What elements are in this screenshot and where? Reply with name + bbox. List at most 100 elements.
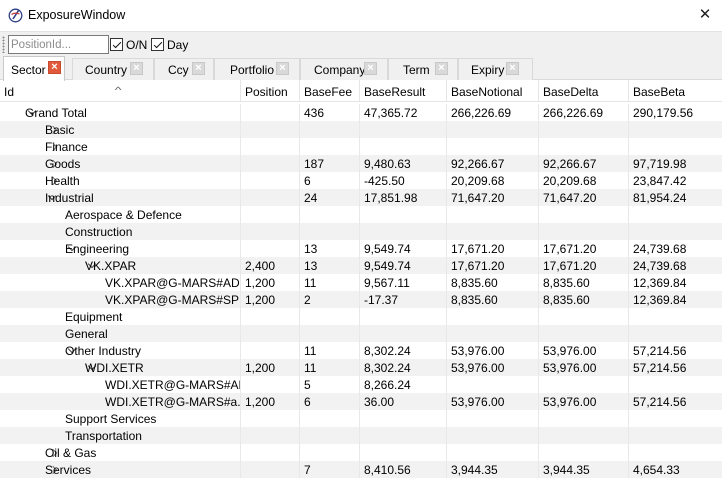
id-cell: Support Services — [0, 410, 241, 427]
position-cell — [241, 223, 300, 240]
basedelta-cell — [539, 308, 629, 325]
column-header-position[interactable]: Position — [241, 80, 300, 102]
table-row[interactable]: VK.XPAR@G-MARS#SP 1,200 2 -17.37 8,835.60 8,8… — [0, 291, 722, 308]
tab-label: Country — [85, 63, 128, 77]
column-header-label: BaseBeta — [633, 85, 686, 99]
close-tab-icon[interactable]: × — [276, 62, 289, 75]
table-row[interactable]: Services 7 8,410.56 3,944.35 3,944.35 4,654.3… — [0, 461, 722, 478]
close-tab-icon[interactable]: × — [48, 61, 61, 74]
row-id-label: VK.XPAR — [85, 259, 137, 273]
tab-expiry[interactable]: Expiry × — [458, 58, 533, 80]
close-tab-icon[interactable]: × — [506, 62, 519, 75]
id-cell: Services — [0, 461, 241, 478]
table-row[interactable]: Industrial 24 17,851.98 71,647.20 71,647.20 8… — [0, 189, 722, 206]
column-header-label: BaseDelta — [543, 85, 599, 99]
table-row[interactable]: VK.XPAR@G-MARS#AD 1,200 11 9,567.11 8,835.60… — [0, 274, 722, 291]
column-header-basefee[interactable]: BaseFee — [300, 80, 360, 102]
basebeta-cell: 97,719.98 — [633, 157, 687, 171]
position-cell — [241, 172, 300, 189]
column-header-id[interactable]: ^ Id — [0, 80, 241, 102]
basenotional-cell: 53,976.00 — [447, 393, 539, 410]
table-row[interactable]: General — [0, 325, 722, 342]
position-cell: 1,200 — [241, 274, 300, 291]
tab-label: Expiry — [471, 63, 505, 77]
position-cell: 1,200 — [241, 291, 300, 308]
basedelta-cell — [539, 444, 629, 461]
close-tab-icon[interactable]: × — [192, 62, 205, 75]
row-id-label: Engineering — [65, 242, 130, 256]
column-header-basebeta[interactable]: BaseBeta — [629, 80, 722, 102]
basedelta-cell: 266,226.69 — [539, 104, 629, 121]
close-tab-icon[interactable]: × — [435, 62, 448, 75]
basedelta-cell: 17,671.20 — [539, 240, 629, 257]
tab-sector[interactable]: Sector × — [3, 56, 65, 81]
basefee-cell — [300, 444, 360, 461]
column-header-label: BaseFee — [304, 85, 353, 99]
table-row[interactable]: WDI.XETR@G-MARS#AD 5 8,266.24 — [0, 376, 722, 393]
column-header-basedelta[interactable]: BaseDelta — [539, 80, 629, 102]
table-row[interactable]: Support Services — [0, 410, 722, 427]
table-row[interactable]: Engineering 13 9,549.74 17,671.20 17,671.20 2… — [0, 240, 722, 257]
baseresult-cell: -17.37 — [360, 291, 447, 308]
table-row[interactable]: WDI.XETR 1,200 11 8,302.24 53,976.00 53,976.0… — [0, 359, 722, 376]
table-row[interactable]: Grand Total 436 47,365.72 266,226.69 266,226… — [0, 104, 722, 121]
tab-portfolio[interactable]: Portfolio × — [214, 58, 300, 80]
baseresult-cell — [360, 223, 447, 240]
table-row[interactable]: Transportation — [0, 427, 722, 444]
basedelta-cell: 20,209.68 — [539, 172, 629, 189]
id-cell: Engineering — [0, 240, 241, 257]
basenotional-cell — [447, 206, 539, 223]
table-row[interactable]: WDI.XETR@G-MARS#a... 1,200 6 36.00 53,976.00… — [0, 393, 722, 410]
table-row[interactable]: Finance — [0, 138, 722, 155]
table-row[interactable]: VK.XPAR 2,400 13 9,549.74 17,671.20 17,671.20… — [0, 257, 722, 274]
title-bar: ExposureWindow ✕ — [0, 0, 722, 31]
close-tab-icon[interactable]: × — [364, 62, 377, 75]
table-row[interactable]: Oil & Gas — [0, 444, 722, 461]
basenotional-cell: 8,835.60 — [447, 291, 539, 308]
column-header-label: BaseNotional — [451, 85, 523, 99]
basenotional-cell: 17,671.20 — [447, 240, 539, 257]
basenotional-cell — [447, 325, 539, 342]
tab-country[interactable]: Country × — [72, 58, 154, 80]
basenotional-cell — [447, 376, 539, 393]
tab-ccy[interactable]: Ccy × — [154, 58, 214, 80]
tab-company[interactable]: Company × — [300, 58, 388, 80]
basefee-cell: 5 — [300, 376, 360, 393]
basefee-cell: 11 — [300, 359, 360, 376]
grouping-tab-bar: Sector × Country × Ccy × Portfolio × Com… — [0, 56, 722, 81]
table-row[interactable]: Goods 187 9,480.63 92,266.67 92,266.67 97,719… — [0, 155, 722, 172]
table-row[interactable]: Construction — [0, 223, 722, 240]
basebeta-cell — [629, 206, 722, 223]
row-id-label: Oil & Gas — [45, 446, 97, 460]
close-tab-icon[interactable]: × — [130, 62, 143, 75]
table-row[interactable]: Aerospace & Defence — [0, 206, 722, 223]
id-cell: Transportation — [0, 427, 241, 444]
column-header-basenotional[interactable]: BaseNotional — [447, 80, 539, 102]
baseresult-cell — [360, 138, 447, 155]
table-row[interactable]: Basic — [0, 121, 722, 138]
on-checkbox[interactable]: O/N — [110, 37, 147, 52]
app-logo-icon — [8, 8, 23, 23]
position-cell: 1,200 — [241, 359, 300, 376]
table-row[interactable]: Other Industry 11 8,302.24 53,976.00 53,976.… — [0, 342, 722, 359]
close-window-button[interactable]: ✕ — [688, 0, 722, 31]
basebeta-cell — [629, 376, 722, 393]
position-cell: 2,400 — [241, 257, 300, 274]
tab-term[interactable]: Term × — [388, 58, 458, 80]
id-cell: Other Industry — [0, 342, 241, 359]
column-header-baseresult[interactable]: BaseResult — [360, 80, 447, 102]
baseresult-cell: 47,365.72 — [360, 104, 447, 121]
table-row[interactable]: Health 6 -425.50 20,209.68 20,209.68 23,847.4… — [0, 172, 722, 189]
basedelta-cell — [539, 223, 629, 240]
id-cell: WDI.XETR@G-MARS#AD — [0, 376, 241, 393]
baseresult-cell: 8,410.56 — [360, 461, 447, 478]
basedelta-cell: 3,944.35 — [539, 461, 629, 478]
basedelta-cell — [539, 427, 629, 444]
basedelta-cell — [539, 410, 629, 427]
toolbar-grip-handle[interactable] — [2, 36, 5, 53]
day-checkbox[interactable]: Day — [151, 37, 188, 52]
tab-label: Portfolio — [230, 63, 275, 77]
basedelta-cell: 92,266.67 — [539, 155, 629, 172]
position-id-input[interactable] — [8, 35, 109, 54]
table-row[interactable]: Equipment — [0, 308, 722, 325]
